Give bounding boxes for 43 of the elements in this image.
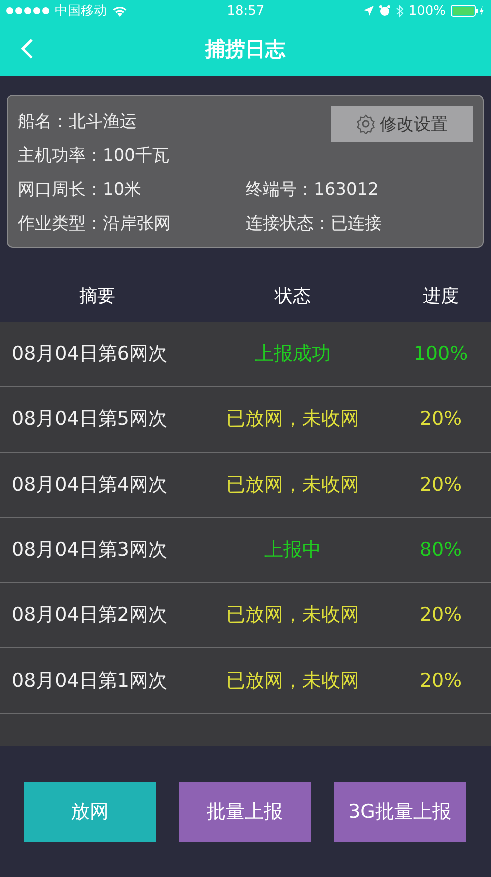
info-field: 主机功率：100千瓦 — [18, 138, 246, 172]
settings-icon — [356, 114, 376, 134]
progress-cell-text: 80% — [418, 539, 464, 562]
action-button[interactable]: 批量上报 — [179, 782, 311, 842]
progress-cell-text: 20% — [418, 474, 464, 496]
column-header: 摘要 — [78, 285, 116, 308]
info-field: 终端号：163012 — [246, 172, 473, 206]
carrier-name: 中国移动 — [55, 3, 107, 20]
signal-icon — [6, 7, 50, 15]
table-cell-text: 08月04日第5网次 — [11, 407, 168, 432]
table-cell-text: 08月04日第1网次 — [11, 668, 168, 694]
bluetooth-icon — [396, 4, 404, 18]
status-cell-text: 已放网，未收网 — [226, 603, 360, 628]
clock-time: 18:57 — [227, 4, 265, 18]
info-field: 连接状态：已连接 — [246, 206, 473, 240]
column-header: 进度 — [422, 285, 460, 308]
table-cell-text: 08月04日第2网次 — [11, 603, 168, 628]
column-header: 状态 — [274, 285, 312, 308]
info-field: 网口周长：10米 — [18, 172, 246, 206]
progress-cell-text: 20% — [418, 408, 464, 430]
progress-cell-text: 20% — [418, 604, 464, 626]
status-cell-text: 已放网，未收网 — [226, 472, 360, 498]
action-button[interactable]: 3G批量上报 — [334, 782, 466, 842]
alarm-icon — [378, 5, 391, 17]
battery-percent: 100% — [408, 4, 446, 18]
back-icon[interactable] — [20, 38, 34, 60]
status-cell-text: 上报成功 — [254, 342, 332, 368]
table-cell-text: 08月04日第4网次 — [11, 472, 168, 498]
action-button[interactable]: 放网 — [24, 782, 156, 842]
status-cell-text: 已放网，未收网 — [226, 407, 360, 432]
location-icon — [364, 6, 374, 16]
page-title: 捕捞日志 — [206, 36, 286, 62]
battery-charging-icon — [450, 5, 485, 17]
status-cell-text: 已放网，未收网 — [226, 668, 360, 694]
table-cell-text: 08月04日第6网次 — [11, 342, 168, 368]
wifi-icon — [112, 5, 128, 17]
info-field: 作业类型：沿岸张网 — [18, 206, 246, 240]
info-field: 船名：北斗渔运 — [18, 104, 246, 138]
progress-cell-text: 100% — [412, 343, 470, 366]
progress-cell-text: 20% — [418, 670, 464, 692]
edit-settings-button[interactable]: 修改设置 — [331, 106, 473, 142]
table-cell-text: 08月04日第3网次 — [11, 538, 168, 564]
status-cell-text: 上报中 — [264, 538, 322, 564]
